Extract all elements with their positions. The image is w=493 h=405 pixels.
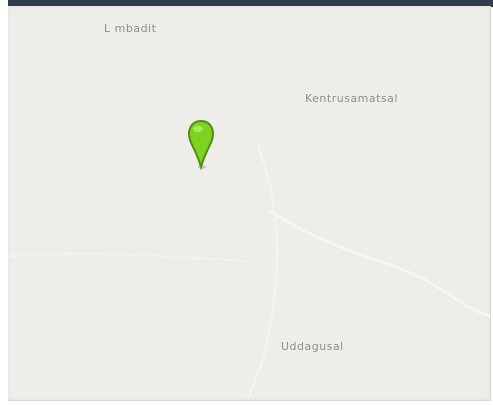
map-canvas[interactable]: L mbadit Kentrusamatsal Uddagusal bbox=[8, 6, 491, 401]
map-pin-shadow bbox=[198, 165, 206, 169]
faint-road bbox=[269, 209, 490, 318]
map-pin-icon[interactable] bbox=[186, 119, 216, 171]
map-place-label-top: L mbadit bbox=[104, 22, 157, 35]
map-roads bbox=[8, 145, 490, 400]
map-place-label-bottom: Uddagusal bbox=[281, 340, 344, 353]
map-place-label-right: Kentrusamatsal bbox=[305, 92, 398, 105]
map-frame: L mbadit Kentrusamatsal Uddagusal bbox=[0, 0, 493, 405]
faint-road bbox=[8, 252, 249, 262]
map-pin-highlight bbox=[193, 126, 203, 132]
faint-road bbox=[247, 145, 278, 400]
